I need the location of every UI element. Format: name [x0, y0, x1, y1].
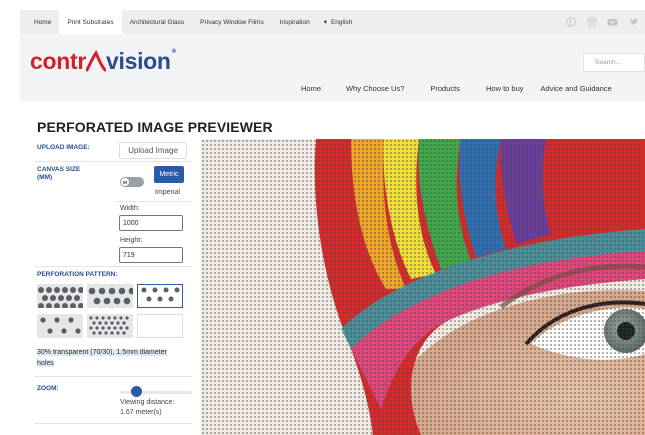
- contravision-logo[interactable]: contr vision ®: [30, 48, 176, 75]
- top-nav-inspiration-label: Inspiration: [279, 18, 310, 26]
- main-nav-home[interactable]: Home: [301, 84, 321, 93]
- page-title: PERFORATED IMAGE PREVIEWER: [37, 119, 273, 135]
- top-nav-architectural-glass-label: Architectural Glass: [129, 18, 185, 26]
- pattern-description-text: 30% transparent (70/30), 1.5mm diameter …: [37, 349, 167, 367]
- top-nav-privacy-window-films-label: Privacy Window Films: [200, 18, 264, 26]
- top-nav-home-label: Home: [34, 18, 52, 26]
- perforation-pattern-label: PERFORATION PATTERN:: [37, 271, 118, 278]
- top-nav-inspiration[interactable]: Inspiration: [272, 10, 318, 34]
- pattern-option-4[interactable]: [37, 314, 83, 338]
- divider: [34, 161, 192, 162]
- imperial-label[interactable]: Imperial: [155, 189, 180, 196]
- preview-image: [201, 139, 645, 435]
- main-nav-how-to-buy[interactable]: How to buy: [486, 84, 524, 93]
- top-nav-print-substrates[interactable]: Print Substrates: [59, 10, 122, 34]
- top-utility-bar: Home Print Substrates Architectural Glas…: [20, 10, 645, 34]
- divider: [34, 376, 192, 377]
- main-nav: Home Why Choose Us? Products How to buy …: [290, 84, 612, 93]
- perforated-image-preview[interactable]: [201, 139, 645, 435]
- pattern-swatch-icon: [38, 287, 83, 308]
- main-nav-home-label: Home: [301, 84, 322, 93]
- metric-button-label: Metric: [159, 171, 179, 178]
- social-links: [565, 17, 645, 28]
- main-nav-how-to-buy-label: How to buy: [485, 84, 524, 93]
- width-value: 1000: [123, 219, 139, 227]
- site-header: contr vision ® Search... Home Why Choose…: [20, 34, 645, 102]
- pattern-option-5[interactable]: [87, 314, 133, 338]
- width-input[interactable]: 1000: [119, 215, 183, 231]
- units-toggle[interactable]: M: [120, 177, 144, 187]
- main-nav-products[interactable]: Products: [430, 84, 460, 93]
- height-value: 719: [123, 251, 135, 259]
- viewing-distance-value: 1.67 meter(s): [120, 409, 162, 416]
- instagram-icon[interactable]: [586, 17, 597, 28]
- main-nav-advice-and-guidance-label: Advice and Guidance: [540, 84, 612, 93]
- main-nav-why-choose-us[interactable]: Why Choose Us?: [346, 84, 404, 93]
- pinterest-icon[interactable]: [565, 17, 576, 28]
- viewing-distance: Viewing distance: 1.67 meter(s): [120, 398, 174, 418]
- zoom-slider-handle[interactable]: [131, 386, 142, 397]
- top-nav-print-substrates-label: Print Substrates: [67, 18, 114, 26]
- top-nav: Home Print Substrates Architectural Glas…: [20, 10, 358, 34]
- toggle-knob: M: [121, 178, 129, 186]
- pattern-option-1[interactable]: [37, 284, 83, 308]
- main-nav-products-label: Products: [430, 84, 460, 93]
- upload-image-button-label: Upload Image: [128, 146, 178, 155]
- logo-text-part1: contr: [30, 48, 87, 74]
- pattern-description: 30% transparent (70/30), 1.5mm diameter …: [37, 347, 169, 369]
- top-nav-architectural-glass[interactable]: Architectural Glass: [122, 10, 193, 34]
- chevron-down-icon: ▾: [323, 19, 327, 26]
- zoom-label: ZOOM:: [37, 385, 59, 392]
- top-nav-home[interactable]: Home: [26, 10, 59, 34]
- viewing-distance-label: Viewing distance:: [120, 399, 175, 406]
- height-input[interactable]: 719: [119, 247, 183, 263]
- twitter-icon[interactable]: [628, 17, 639, 28]
- language-selector[interactable]: ▾ English: [318, 18, 359, 27]
- logo-swoosh-icon: [86, 50, 107, 72]
- divider: [34, 266, 192, 267]
- canvas-size-label: CANVAS SIZE (MM): [37, 166, 81, 181]
- metric-button[interactable]: Metric: [154, 166, 184, 183]
- pattern-option-3-selected[interactable]: [137, 284, 183, 308]
- divider: [114, 201, 192, 202]
- pattern-swatch-icon: [89, 316, 129, 335]
- main-nav-advice-and-guidance[interactable]: Advice and Guidance: [541, 84, 612, 93]
- pattern-swatch-icon: [141, 287, 180, 302]
- width-label: Width:: [120, 205, 140, 212]
- pattern-swatch-icon: [40, 317, 81, 334]
- pattern-swatch-icon: [88, 287, 133, 305]
- pattern-option-6[interactable]: [137, 314, 183, 338]
- top-nav-privacy-window-films[interactable]: Privacy Window Films: [192, 10, 272, 34]
- youtube-icon[interactable]: [607, 17, 618, 28]
- search-input[interactable]: Search...: [583, 53, 645, 72]
- logo-text-part2: vision: [106, 48, 171, 74]
- divider: [34, 423, 192, 424]
- previewer-controls: UPLOAD IMAGE: Upload Image CANVAS SIZE (…: [30, 138, 193, 435]
- main-nav-why-choose-us-label: Why Choose Us?: [346, 84, 405, 93]
- search-placeholder: Search...: [595, 59, 622, 66]
- language-label: English: [330, 18, 353, 26]
- height-label: Height:: [120, 237, 143, 244]
- registered-mark: ®: [171, 49, 176, 55]
- upload-image-button[interactable]: Upload Image: [119, 142, 187, 159]
- pattern-option-2[interactable]: [87, 284, 133, 308]
- upload-image-label: UPLOAD IMAGE:: [37, 144, 90, 151]
